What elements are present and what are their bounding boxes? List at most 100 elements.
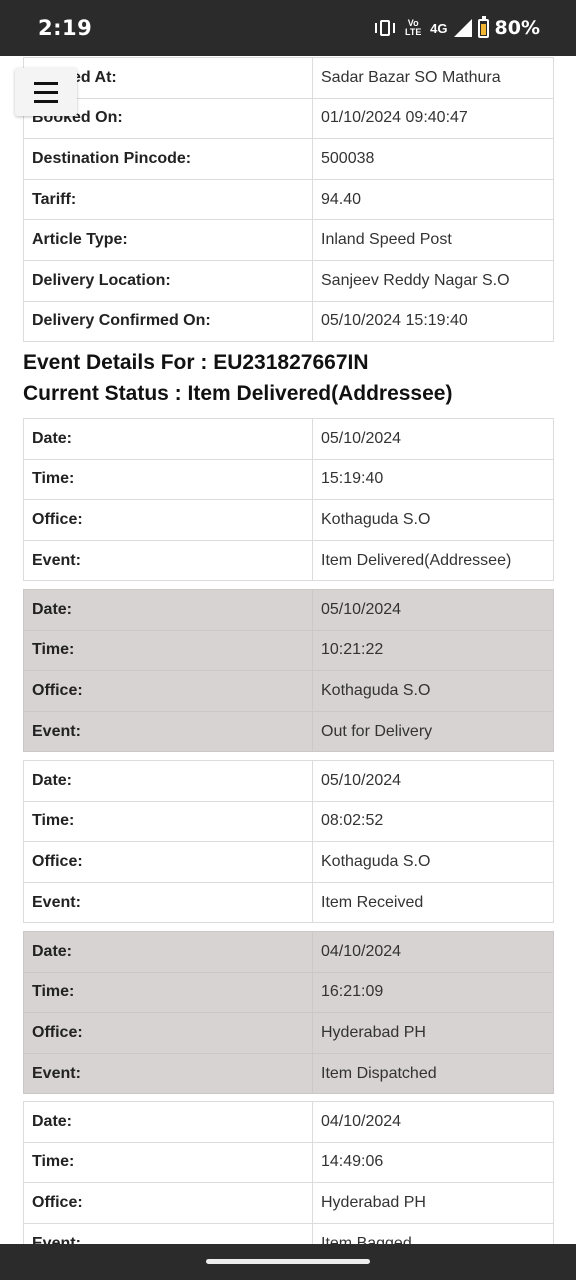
event-description: Out for Delivery <box>312 710 554 753</box>
table-row: Event: Item Received <box>23 881 554 924</box>
time-label: Time: <box>23 800 313 843</box>
time-label: Time: <box>23 629 313 672</box>
table-row: Date: 05/10/2024 <box>23 589 554 631</box>
event-date: 04/10/2024 <box>312 931 554 973</box>
table-row: Delivery Location: Sanjeev Reddy Nagar S… <box>23 259 554 302</box>
table-row: Event: Out for Delivery <box>23 710 554 753</box>
office-label: Office: <box>23 1012 313 1054</box>
hamburger-menu-icon[interactable] <box>15 68 77 116</box>
battery-percent: 80% <box>494 17 540 39</box>
event-time: 08:02:52 <box>312 800 554 843</box>
article-type-label: Article Type: <box>23 219 313 261</box>
event-date: 04/10/2024 <box>312 1101 554 1143</box>
event-label: Event: <box>23 1222 313 1244</box>
event-description: Item Delivered(Addressee) <box>312 539 554 582</box>
event-table: Date: 05/10/2024 Time: 08:02:52 Office: Kot… <box>23 760 554 924</box>
destination-pincode-value: 500038 <box>312 138 554 180</box>
booking-details-table: Booked At: Sadar Bazar SO Mathura Booked… <box>23 57 554 343</box>
time-label: Time: <box>23 1141 313 1184</box>
office-label: Office: <box>23 841 313 883</box>
table-row: Date: 05/10/2024 <box>23 418 554 460</box>
table-row: Office: Hyderabad PH <box>23 1182 554 1224</box>
table-row: Booked On: 01/10/2024 09:40:47 <box>23 97 554 140</box>
event-table: Date: 05/10/2024 Time: 10:21:22 Office: Kot… <box>23 589 554 753</box>
delivery-confirmed-value: 05/10/2024 15:19:40 <box>312 300 554 343</box>
current-status-heading: Current Status : Item Delivered(Addresse… <box>23 382 453 405</box>
table-row: Date: 04/10/2024 <box>23 1101 554 1143</box>
tariff-label: Tariff: <box>23 178 313 221</box>
event-label: Event: <box>23 881 313 924</box>
status-icons: Vo LTE 4G 80% <box>374 15 540 39</box>
status-time: 2:19 <box>38 16 93 40</box>
table-row: Event: Item Bagged <box>23 1222 554 1244</box>
event-details-heading: Event Details For : EU231827667IN <box>23 351 369 374</box>
office-label: Office: <box>23 1182 313 1224</box>
delivery-confirmed-label: Delivery Confirmed On: <box>23 300 313 343</box>
event-date: 05/10/2024 <box>312 418 554 460</box>
time-label: Time: <box>23 458 313 501</box>
date-label: Date: <box>23 1101 313 1143</box>
office-label: Office: <box>23 670 313 712</box>
event-date: 05/10/2024 <box>312 589 554 631</box>
event-description: Item Bagged <box>312 1222 554 1244</box>
table-row: Time: 14:49:06 <box>23 1141 554 1184</box>
booked-on-value: 01/10/2024 09:40:47 <box>312 97 554 140</box>
table-row: Article Type: Inland Speed Post <box>23 219 554 261</box>
battery-icon <box>477 15 489 38</box>
table-row: Date: 05/10/2024 <box>23 760 554 802</box>
event-office: Hyderabad PH <box>312 1012 554 1054</box>
event-office: Hyderabad PH <box>312 1182 554 1224</box>
article-type-value: Inland Speed Post <box>312 219 554 261</box>
navigation-bar <box>0 1244 576 1280</box>
event-office: Kothaguda S.O <box>312 670 554 712</box>
event-office: Kothaguda S.O <box>312 499 554 541</box>
delivery-location-value: Sanjeev Reddy Nagar S.O <box>312 259 554 302</box>
table-row: Time: 16:21:09 <box>23 971 554 1014</box>
destination-pincode-label: Destination Pincode: <box>23 138 313 180</box>
delivery-location-label: Delivery Location: <box>23 259 313 302</box>
event-time: 10:21:22 <box>312 629 554 672</box>
date-label: Date: <box>23 760 313 802</box>
table-row: Date: 04/10/2024 <box>23 931 554 973</box>
home-gesture-handle[interactable] <box>206 1259 370 1264</box>
event-time: 16:21:09 <box>312 971 554 1014</box>
tariff-value: 94.40 <box>312 178 554 221</box>
table-row: Event: Item Delivered(Addressee) <box>23 539 554 582</box>
date-label: Date: <box>23 931 313 973</box>
event-date: 05/10/2024 <box>312 760 554 802</box>
date-label: Date: <box>23 418 313 460</box>
event-label: Event: <box>23 539 313 582</box>
table-row: Office: Kothaguda S.O <box>23 499 554 541</box>
table-row: Event: Item Dispatched <box>23 1052 554 1095</box>
table-row: Office: Kothaguda S.O <box>23 841 554 883</box>
table-row: Time: 08:02:52 <box>23 800 554 843</box>
event-description: Item Dispatched <box>312 1052 554 1095</box>
booked-at-value: Sadar Bazar SO Mathura <box>312 57 554 99</box>
volte-icon: Vo LTE <box>405 18 422 37</box>
status-bar: 2:19 Vo LTE 4G 80% <box>0 0 576 56</box>
table-row: Destination Pincode: 500038 <box>23 138 554 180</box>
event-label: Event: <box>23 1052 313 1095</box>
table-row: Office: Kothaguda S.O <box>23 670 554 712</box>
event-office: Kothaguda S.O <box>312 841 554 883</box>
network-type: 4G <box>430 20 448 36</box>
event-description: Item Received <box>312 881 554 924</box>
event-table: Date: 05/10/2024 Time: 15:19:40 Office: Kot… <box>23 418 554 582</box>
page-content: Booked At: Sadar Bazar SO Mathura Booked… <box>0 56 576 1244</box>
table-row: Time: 10:21:22 <box>23 629 554 672</box>
table-row: Time: 15:19:40 <box>23 458 554 501</box>
time-label: Time: <box>23 971 313 1014</box>
event-time: 14:49:06 <box>312 1141 554 1184</box>
vibrate-icon <box>374 19 396 37</box>
table-row: Tariff: 94.40 <box>23 178 554 221</box>
event-label: Event: <box>23 710 313 753</box>
date-label: Date: <box>23 589 313 631</box>
signal-icon <box>453 19 472 37</box>
event-time: 15:19:40 <box>312 458 554 501</box>
event-table: Date: 04/10/2024 Time: 16:21:09 Office: Hyd… <box>23 931 554 1095</box>
table-row: Booked At: Sadar Bazar SO Mathura <box>23 57 554 99</box>
table-row: Office: Hyderabad PH <box>23 1012 554 1054</box>
office-label: Office: <box>23 499 313 541</box>
event-table: Date: 04/10/2024 Time: 14:49:06 Office: Hyd… <box>23 1101 554 1244</box>
table-row: Delivery Confirmed On: 05/10/2024 15:19:… <box>23 300 554 343</box>
